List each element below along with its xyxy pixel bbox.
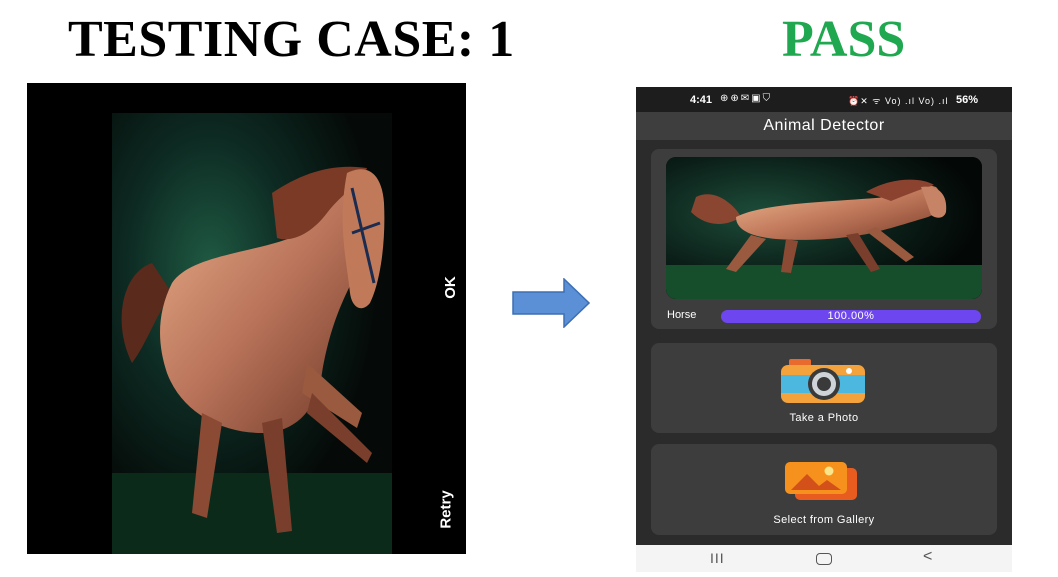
phone-screen: 4:41 ⊕⊕✉▣⛉ ⏰✕ ᯤ Vo) .ıl Vo) .ıl 56% Anim… xyxy=(636,87,1012,572)
pass-label: PASS xyxy=(782,11,906,68)
system-nav-bar: III < xyxy=(636,545,1012,572)
status-bar: 4:41 ⊕⊕✉▣⛉ ⏰✕ ᯤ Vo) .ıl Vo) .ıl 56% xyxy=(636,87,1012,112)
select-gallery-button[interactable]: Select from Gallery xyxy=(651,444,997,535)
take-photo-button[interactable]: Take a Photo xyxy=(651,343,997,433)
result-card: Horse 100.00% xyxy=(651,149,997,329)
confidence-text: 100.00% xyxy=(827,310,875,322)
retry-button[interactable]: Retry xyxy=(438,490,455,528)
gallery-icon xyxy=(785,462,857,500)
status-time: 4:41 xyxy=(690,94,713,106)
recents-icon[interactable]: III xyxy=(710,550,725,566)
home-icon[interactable] xyxy=(816,553,832,565)
camera-capture-screen: OK Retry < xyxy=(27,83,466,554)
back-icon[interactable]: < xyxy=(923,548,932,566)
notification-icons: ⊕⊕✉▣⛉ xyxy=(720,93,773,104)
captured-horse-photo xyxy=(112,113,392,554)
testing-case-title: TESTING CASE: 1 xyxy=(68,11,515,68)
select-gallery-label: Select from Gallery xyxy=(773,514,875,526)
take-photo-label: Take a Photo xyxy=(789,412,859,424)
battery-level: 56% xyxy=(956,94,979,106)
camera-icon xyxy=(781,359,865,403)
detected-image xyxy=(666,157,982,299)
ok-button[interactable]: OK xyxy=(442,276,459,299)
confidence-bar: 100.00% xyxy=(721,310,981,323)
signal-icons: ⏰✕ ᯤ Vo) .ıl Vo) .ıl xyxy=(848,96,949,106)
right-arrow-icon xyxy=(512,278,590,328)
horse-photo xyxy=(666,157,982,299)
app-title: Animal Detector xyxy=(763,117,885,134)
prediction-label: Horse xyxy=(667,309,697,321)
app-bar: Animal Detector xyxy=(636,112,1012,140)
